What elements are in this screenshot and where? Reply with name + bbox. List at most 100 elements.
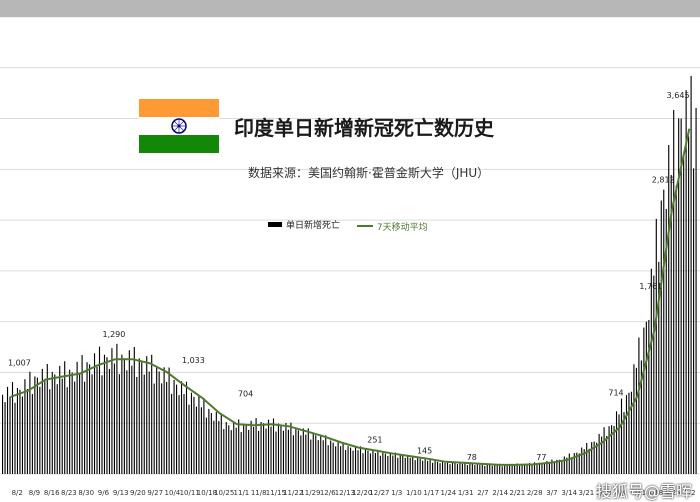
data-label: 1,290 — [102, 330, 125, 339]
watermark: 搜狐号@雪晖 — [596, 482, 693, 501]
daily-death-bar — [31, 394, 33, 474]
daily-death-bar — [660, 200, 662, 475]
daily-death-bar — [690, 75, 692, 475]
x-tick-label: 11/1 — [234, 489, 250, 497]
daily-death-bar — [2, 394, 4, 474]
daily-death-bar — [606, 436, 608, 474]
daily-death-bar — [46, 364, 48, 474]
daily-death-bar — [156, 367, 158, 474]
india-flag-icon — [139, 99, 219, 153]
daily-death-bar — [295, 428, 297, 474]
daily-death-bar — [168, 367, 170, 474]
daily-death-bar — [397, 457, 399, 474]
daily-death-bar — [402, 455, 404, 474]
x-tick-label: 2/7 — [477, 489, 488, 497]
x-tick-label: 9/20 — [130, 489, 146, 497]
daily-death-bar — [588, 448, 590, 474]
daily-death-bar — [195, 406, 198, 474]
daily-death-bar — [417, 457, 419, 474]
daily-death-bar — [59, 365, 61, 474]
daily-death-bar — [486, 464, 488, 474]
daily-death-bar — [128, 350, 130, 474]
daily-death-bar — [451, 462, 454, 474]
daily-death-bar — [427, 460, 429, 474]
daily-death-bar — [69, 369, 71, 474]
daily-death-bar — [272, 418, 275, 474]
daily-death-bar — [151, 354, 153, 474]
daily-death-bar — [158, 371, 160, 474]
legend-line-swatch — [356, 225, 373, 227]
daily-death-bar — [509, 465, 511, 474]
daily-death-bar — [469, 463, 471, 474]
daily-death-bar — [233, 421, 235, 474]
top-gray-bar — [0, 0, 700, 17]
daily-death-bar — [524, 464, 526, 474]
daily-death-bar — [663, 189, 665, 474]
daily-death-bar — [615, 411, 618, 474]
daily-death-bar — [335, 446, 337, 474]
daily-death-bar — [138, 358, 140, 474]
daily-death-bar — [101, 375, 103, 474]
daily-death-bar — [327, 445, 329, 474]
daily-death-bar — [357, 450, 359, 474]
daily-death-bar — [384, 453, 386, 474]
daily-death-bar — [491, 465, 493, 474]
daily-death-bar — [305, 434, 307, 474]
daily-death-bar — [64, 361, 66, 474]
legend-ma-label: 7天移动平均 — [376, 222, 428, 233]
daily-death-bar — [203, 397, 205, 474]
daily-death-bar — [456, 464, 459, 474]
daily-death-bar — [645, 321, 647, 474]
daily-death-bar — [198, 395, 200, 474]
daily-death-bar — [258, 430, 260, 474]
daily-death-bar — [146, 356, 148, 474]
x-tick-label: 12/27 — [369, 489, 389, 497]
daily-death-bar — [625, 395, 628, 474]
x-tick-label: 1/31 — [458, 489, 474, 497]
daily-death-bar — [178, 395, 180, 474]
daily-death-bar — [285, 422, 287, 474]
daily-death-bar — [342, 441, 344, 474]
daily-death-bar — [611, 425, 613, 474]
daily-death-bar — [454, 462, 456, 474]
daily-death-bar — [387, 455, 389, 474]
data-label: 145 — [417, 446, 432, 455]
daily-death-bar — [374, 453, 376, 474]
daily-death-bar — [113, 363, 115, 474]
daily-death-bar — [501, 466, 503, 474]
daily-death-bar — [364, 449, 367, 474]
daily-death-bar — [166, 381, 168, 474]
daily-death-bar — [543, 463, 546, 474]
x-tick-label: 8/16 — [44, 489, 60, 497]
daily-death-bar — [121, 354, 123, 474]
x-tick-label: 8/23 — [61, 489, 77, 497]
daily-death-bar — [399, 454, 401, 474]
daily-death-bar — [34, 376, 36, 474]
daily-death-bar — [153, 383, 155, 474]
daily-death-bar — [111, 348, 113, 474]
daily-death-bar — [250, 420, 252, 474]
data-label: 78 — [467, 453, 477, 462]
daily-death-bar — [238, 419, 240, 474]
daily-death-bar — [531, 464, 533, 474]
x-tick-label: 12/6 — [320, 489, 336, 497]
daily-death-bar — [225, 422, 227, 474]
daily-death-bar — [218, 421, 220, 474]
daily-death-bar — [9, 396, 11, 474]
daily-death-bar — [444, 462, 446, 474]
daily-death-bar — [243, 423, 245, 474]
daily-death-bar — [561, 460, 563, 474]
daily-death-bar — [270, 426, 272, 474]
daily-death-bar — [650, 268, 652, 474]
daily-death-bar — [265, 428, 267, 474]
daily-death-bar — [93, 353, 96, 474]
daily-death-bar — [74, 381, 76, 474]
daily-death-bar — [263, 423, 265, 474]
chart-plot-area: 8/2 8/9 8/16 8/23 8/30 9/6 9/13 9/20 9/27 10/4 10/… — [0, 17, 700, 497]
daily-death-bar — [340, 446, 342, 474]
daily-death-bar — [255, 418, 257, 474]
x-tick-label: 10/25 — [214, 489, 234, 497]
daily-death-bar — [591, 442, 593, 474]
daily-death-bar — [91, 374, 93, 474]
daily-death-bar — [484, 465, 486, 474]
